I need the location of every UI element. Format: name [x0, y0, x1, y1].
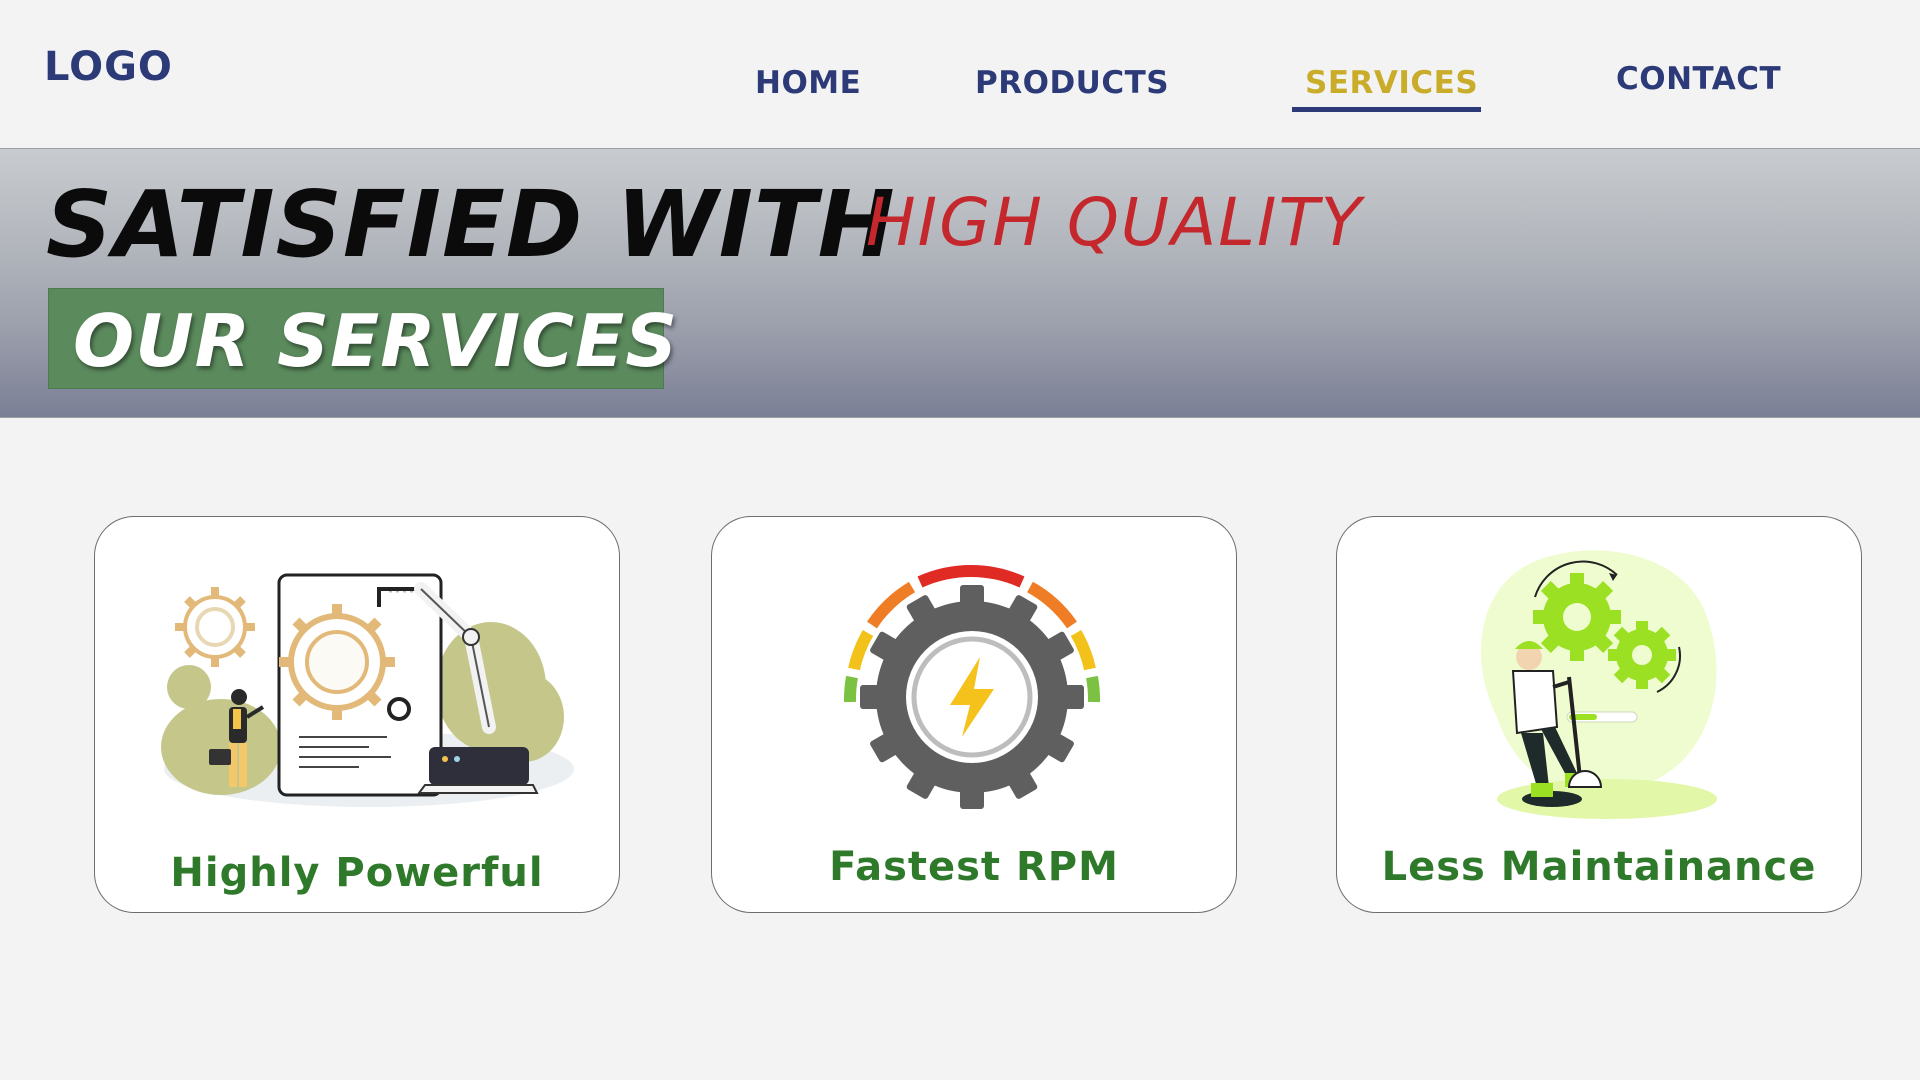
nav-services-link[interactable]: SERVICES [1305, 65, 1478, 101]
hero-subtitle: HIGH QUALITY [866, 184, 1364, 261]
hero-banner: SATISFIED WITH HIGH QUALITY OUR SERVICES [0, 148, 1920, 418]
hero-title: SATISFIED WITH [46, 171, 896, 278]
nav-home-link[interactable]: HOME [755, 65, 861, 101]
service-card-fastest-rpm[interactable]: Fastest RPM [711, 516, 1237, 913]
card-label-highly-powerful: Highly Powerful [170, 850, 544, 896]
nav-products-link[interactable]: PRODUCTS [975, 65, 1169, 101]
hero-box-text: OUR SERVICES [73, 299, 679, 383]
hero-highlight-box: OUR SERVICES [48, 288, 677, 389]
service-card-highly-powerful[interactable]: Highly Powerful [94, 516, 620, 913]
worker-with-gears-illustration [1481, 550, 1717, 819]
card-label-less-maintainance: Less Maintainance [1381, 844, 1817, 890]
nav-contact-link[interactable]: CONTACT [1616, 61, 1781, 97]
site-header: LOGO HOME PRODUCTS SERVICES CONTACT [0, 0, 1920, 148]
logo[interactable]: LOGO [44, 44, 173, 90]
active-nav-underline [1292, 107, 1481, 112]
service-card-less-maintainance[interactable]: Less Maintainance [1336, 516, 1862, 913]
card-label-fastest-rpm: Fastest RPM [829, 844, 1119, 890]
gear-speedometer-lightning-icon [843, 565, 1101, 809]
factory-robot-arm-gears-illustration [161, 573, 574, 807]
